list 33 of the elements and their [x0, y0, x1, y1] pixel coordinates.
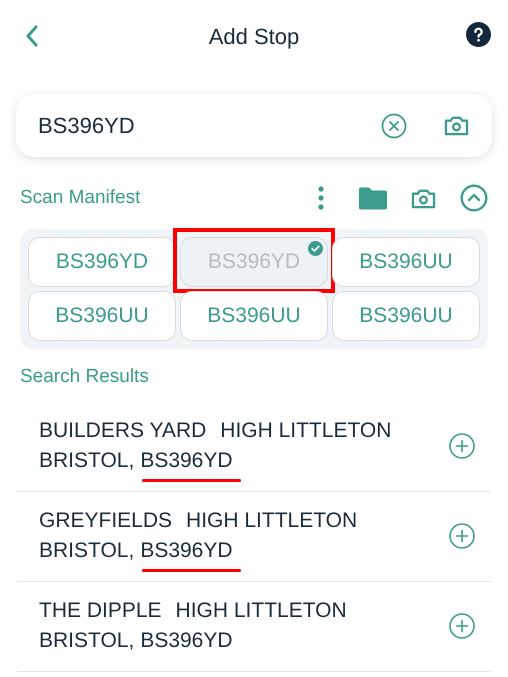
locality: HIGH LITTLETON: [220, 418, 392, 444]
postcode: BS396YD: [140, 539, 233, 562]
camera-icon[interactable]: [443, 114, 470, 137]
city: BRISTOL,: [39, 628, 134, 654]
locality: HIGH LITTLETON: [186, 508, 358, 534]
manifest-chip[interactable]: BS396UU: [332, 237, 480, 287]
camera-icon[interactable]: [410, 186, 437, 210]
more-icon[interactable]: [317, 186, 325, 210]
section-title: Scan Manifest: [20, 186, 142, 210]
help-icon[interactable]: [466, 22, 491, 47]
manifest-chip[interactable]: BS396UU: [332, 291, 480, 341]
folder-icon[interactable]: [359, 186, 387, 210]
add-icon[interactable]: [449, 433, 475, 459]
locality: HIGH LITTLETON: [176, 598, 347, 624]
search-field[interactable]: BS396YD: [38, 109, 381, 142]
check-icon: [308, 241, 323, 256]
add-icon[interactable]: [449, 523, 475, 549]
postcode: BS396YD: [140, 629, 233, 652]
manifest-chip[interactable]: BS396YD: [28, 237, 176, 287]
screen-title: Add Stop: [208, 22, 300, 51]
place-name: GREYFIELDS: [39, 508, 172, 534]
city: BRISTOL,: [39, 538, 134, 564]
place-name: BUILDERS YARD: [39, 418, 206, 444]
manifest-chip[interactable]: BS396YD: [180, 237, 328, 287]
collapse-icon[interactable]: [460, 184, 488, 212]
section-title: Search Results: [19, 365, 150, 389]
place-name: THE DIPPLE: [39, 598, 162, 624]
manifest-chip[interactable]: BS396UU: [180, 291, 328, 341]
postcode: BS396YD: [140, 449, 233, 472]
city: BRISTOL,: [39, 448, 134, 474]
manifest-chip[interactable]: BS396UU: [28, 291, 176, 341]
add-icon[interactable]: [449, 613, 475, 639]
clear-icon[interactable]: [381, 112, 407, 138]
